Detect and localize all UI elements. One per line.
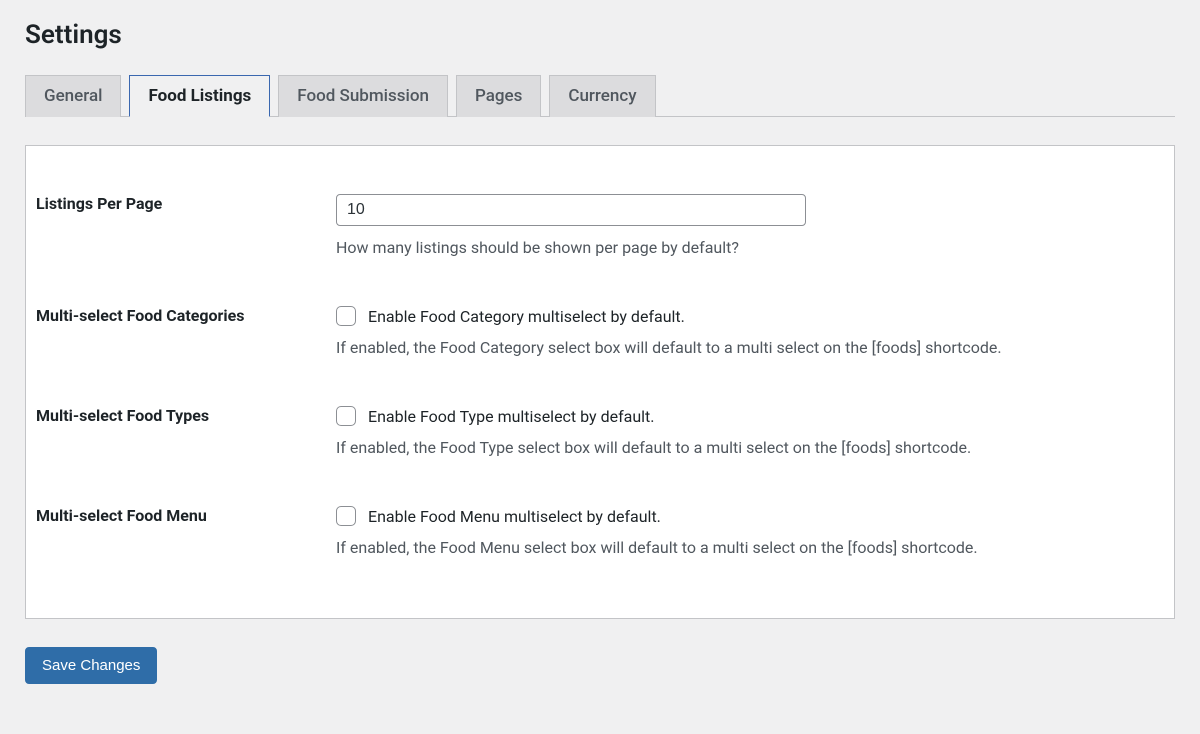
tabs-nav: General Food Listings Food Submission Pa… [25,74,1175,117]
input-listings-per-page[interactable] [336,194,806,226]
checkbox-label-multi-menu: Enable Food Menu multiselect by default. [368,507,661,526]
checkbox-multi-menu[interactable] [336,506,356,526]
row-listings-per-page: Listings Per Page How many listings shou… [36,176,1164,288]
save-button[interactable]: Save Changes [25,647,157,684]
label-multi-menu: Multi-select Food Menu [36,488,336,588]
checkbox-label-multi-categories: Enable Food Category multiselect by defa… [368,307,685,326]
row-multi-categories: Multi-select Food Categories Enable Food… [36,288,1164,388]
checkbox-multi-categories[interactable] [336,306,356,326]
checkbox-multi-types[interactable] [336,406,356,426]
row-multi-types: Multi-select Food Types Enable Food Type… [36,388,1164,488]
tab-currency[interactable]: Currency [549,75,655,117]
desc-multi-categories: If enabled, the Food Category select box… [336,336,1154,360]
tab-food-submission[interactable]: Food Submission [278,75,448,117]
tab-pages[interactable]: Pages [456,75,541,117]
checkbox-label-multi-types: Enable Food Type multiselect by default. [368,407,655,426]
desc-listings-per-page: How many listings should be shown per pa… [336,236,1154,260]
page-title: Settings [25,20,1175,50]
desc-multi-types: If enabled, the Food Type select box wil… [336,436,1154,460]
tab-general[interactable]: General [25,75,121,117]
label-multi-types: Multi-select Food Types [36,388,336,488]
desc-multi-menu: If enabled, the Food Menu select box wil… [336,536,1154,560]
settings-panel: Listings Per Page How many listings shou… [25,145,1175,619]
tab-food-listings[interactable]: Food Listings [129,75,270,117]
label-listings-per-page: Listings Per Page [36,176,336,288]
form-table: Listings Per Page How many listings shou… [36,176,1164,588]
row-multi-menu: Multi-select Food Menu Enable Food Menu … [36,488,1164,588]
label-multi-categories: Multi-select Food Categories [36,288,336,388]
